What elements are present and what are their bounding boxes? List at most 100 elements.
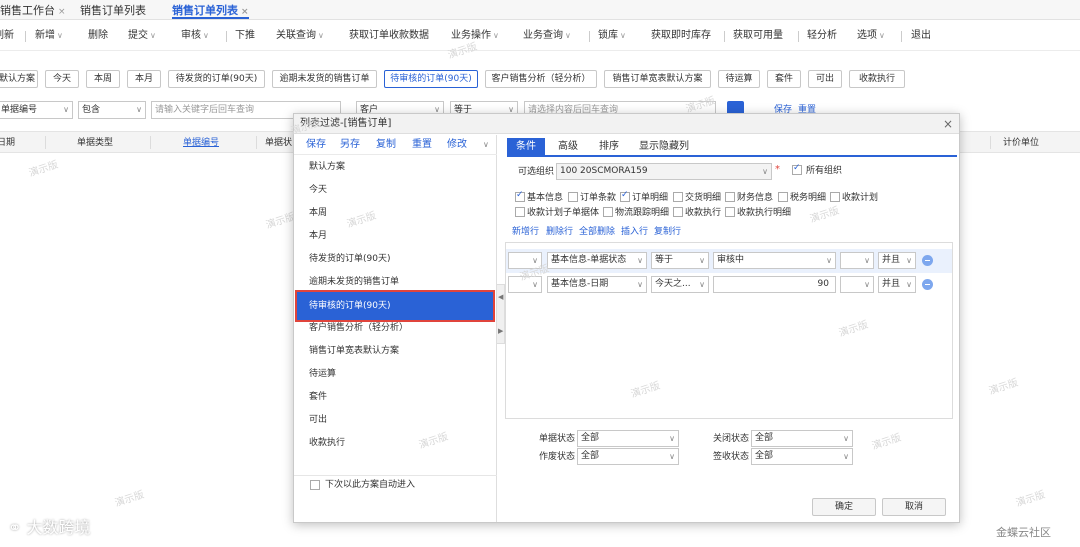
- push-down-button[interactable]: 下推: [235, 29, 255, 43]
- auto-enter-checkbox[interactable]: [310, 480, 320, 490]
- void-status-select[interactable]: 全部 ∨: [577, 448, 679, 465]
- copy-row-link[interactable]: 复制行: [654, 226, 681, 238]
- audit-button[interactable]: 审核 ∨: [181, 29, 209, 43]
- checkbox-receipt-plan[interactable]: [830, 192, 840, 202]
- scheme-item[interactable]: 套件: [309, 391, 327, 403]
- tab-sales-order-list-active[interactable]: 销售订单列表 ×: [172, 2, 249, 19]
- scheme-today[interactable]: 今天: [45, 70, 79, 88]
- add-row-link[interactable]: 新增行: [512, 226, 539, 238]
- get-receipt-data-button[interactable]: 获取订单收款数据: [349, 29, 429, 43]
- submit-button[interactable]: 提交 ∨: [128, 29, 156, 43]
- panel-collapse-handle[interactable]: ◀ ▶: [497, 284, 505, 344]
- condition-value-input[interactable]: 90: [713, 276, 836, 293]
- scheme-item-selected[interactable]: 待审核的订单(90天): [295, 290, 495, 322]
- scheme-this-week[interactable]: 本周: [86, 70, 120, 88]
- column-bill-type[interactable]: 单据类型: [77, 137, 113, 149]
- tab-condition[interactable]: 条件: [507, 138, 545, 156]
- chevron-down-icon[interactable]: ∨: [483, 138, 489, 152]
- column-bill-no[interactable]: 单据编号: [183, 137, 219, 149]
- remove-row-icon[interactable]: [922, 279, 933, 290]
- condition-field-select[interactable]: 基本信息-单据状态 ∨: [547, 252, 647, 269]
- copy-scheme-button[interactable]: 复制: [376, 138, 396, 152]
- insert-row-link[interactable]: 插入行: [621, 226, 648, 238]
- lock-stock-button[interactable]: 锁库 ∨: [598, 29, 626, 43]
- column-pricing-unit[interactable]: 计价单位: [1003, 137, 1039, 149]
- reset-scheme-button[interactable]: 重置: [412, 138, 432, 152]
- delete-all-link[interactable]: 全部删除: [579, 226, 615, 238]
- checkbox-receipt-plan-sub[interactable]: [515, 207, 525, 217]
- tab-advanced[interactable]: 高级: [549, 138, 587, 156]
- scheme-item[interactable]: 本月: [309, 230, 327, 242]
- scheme-this-month[interactable]: 本月: [127, 70, 161, 88]
- close-icon[interactable]: ×: [241, 7, 249, 17]
- checkbox-receipt-execution-detail[interactable]: [725, 207, 735, 217]
- tab-sales-workbench[interactable]: 销售工作台 ×: [0, 2, 66, 19]
- scheme-overdue-unshipped[interactable]: 逾期未发货的销售订单: [272, 70, 377, 88]
- scheme-order-wide-table[interactable]: 销售订单宽表默认方案: [604, 70, 711, 88]
- condition-value-select[interactable]: 审核中 ∨: [713, 252, 836, 269]
- scheme-item[interactable]: 待运算: [309, 368, 336, 380]
- save-as-scheme-button[interactable]: 另存: [340, 138, 360, 152]
- close-icon[interactable]: ×: [943, 114, 953, 134]
- scheme-item[interactable]: 收款执行: [309, 437, 345, 449]
- tab-sort[interactable]: 排序: [590, 138, 628, 156]
- new-button[interactable]: 新增 ∨: [35, 29, 63, 43]
- business-query-button[interactable]: 业务查询 ∨: [523, 29, 571, 43]
- modify-scheme-button[interactable]: 修改: [447, 138, 467, 152]
- ok-button[interactable]: 确定: [812, 498, 876, 516]
- delete-row-link[interactable]: 删除行: [546, 226, 573, 238]
- cancel-button[interactable]: 取消: [882, 498, 946, 516]
- remove-row-icon[interactable]: [922, 255, 933, 266]
- get-available-qty-button[interactable]: 获取可用量: [733, 29, 783, 43]
- scheme-item[interactable]: 逾期未发货的销售订单: [309, 276, 399, 288]
- checkbox-receipt-execution[interactable]: [673, 207, 683, 217]
- scheme-item[interactable]: 客户销售分析（轻分析）: [309, 322, 408, 334]
- filter-field-select[interactable]: 单据编号 ∨: [0, 101, 73, 119]
- scheme-to-compute[interactable]: 待运算: [718, 70, 760, 88]
- sign-status-select[interactable]: 全部 ∨: [751, 448, 853, 465]
- checkbox-order-detail[interactable]: [620, 190, 630, 202]
- checkbox-logistics-tracking[interactable]: [603, 207, 613, 217]
- exit-button[interactable]: 退出: [911, 29, 931, 43]
- related-query-button[interactable]: 关联查询 ∨: [276, 29, 324, 43]
- scheme-receipt-execution[interactable]: 收款执行: [849, 70, 905, 88]
- light-analysis-button[interactable]: 轻分析: [807, 29, 837, 43]
- logic-select[interactable]: 并且 ∨: [878, 276, 916, 293]
- condition-operator-select[interactable]: 今天之... ∨: [651, 276, 709, 293]
- condition-field-select[interactable]: 基本信息-日期 ∨: [547, 276, 647, 293]
- tab-sales-order-list[interactable]: 销售订单列表: [80, 2, 146, 19]
- condition-operator-select[interactable]: 等于 ∨: [651, 252, 709, 269]
- delete-button[interactable]: 删除: [88, 29, 108, 43]
- scheme-item[interactable]: 默认方案: [309, 161, 345, 173]
- scheme-default[interactable]: 默认方案: [0, 70, 38, 88]
- get-instant-stock-button[interactable]: 获取即时库存: [651, 29, 711, 43]
- tab-show-hide-columns[interactable]: 显示隐藏列: [631, 138, 697, 156]
- checkbox-basic-info[interactable]: [515, 190, 525, 202]
- scheme-item[interactable]: 今天: [309, 184, 327, 196]
- scheme-item[interactable]: 可出: [309, 414, 327, 426]
- close-icon[interactable]: ×: [58, 7, 66, 17]
- scheme-item[interactable]: 销售订单宽表默认方案: [309, 345, 399, 357]
- bill-status-select[interactable]: 全部 ∨: [577, 430, 679, 447]
- checkbox-delivery-detail[interactable]: [673, 192, 683, 202]
- scheme-pending-shipment[interactable]: 待发货的订单(90天): [168, 70, 265, 88]
- scheme-kit[interactable]: 套件: [767, 70, 801, 88]
- checkbox-tax-detail[interactable]: [778, 192, 788, 202]
- logic-select[interactable]: 并且 ∨: [878, 252, 916, 269]
- scheme-item[interactable]: 本周: [309, 207, 327, 219]
- org-select[interactable]: 100 20SCMORA159 ∨: [556, 163, 772, 180]
- refresh-button[interactable]: 刷新: [0, 29, 14, 43]
- options-button[interactable]: 选项 ∨: [857, 29, 885, 43]
- close-status-select[interactable]: 全部 ∨: [751, 430, 853, 447]
- right-paren-select[interactable]: ∨: [840, 252, 874, 269]
- scheme-available[interactable]: 可出: [808, 70, 842, 88]
- all-org-checkbox[interactable]: [792, 163, 802, 175]
- filter-operator-select[interactable]: 包含 ∨: [78, 101, 146, 119]
- checkbox-finance-info[interactable]: [725, 192, 735, 202]
- column-bill-status[interactable]: 单据状: [265, 137, 292, 149]
- scheme-customer-sales-analysis[interactable]: 客户销售分析（轻分析）: [485, 70, 597, 88]
- scheme-pending-audit[interactable]: 待审核的订单(90天): [384, 70, 478, 88]
- scheme-item[interactable]: 待发货的订单(90天): [309, 253, 390, 265]
- save-scheme-button[interactable]: 保存: [306, 138, 326, 152]
- right-paren-select[interactable]: ∨: [840, 276, 874, 293]
